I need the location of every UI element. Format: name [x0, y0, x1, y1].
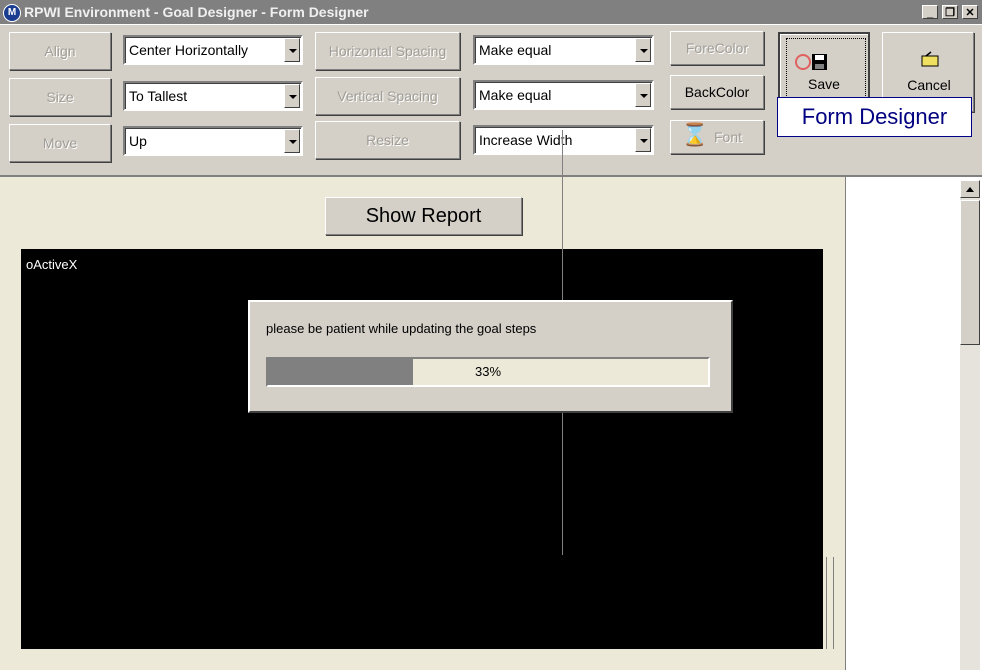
cancel-button-label: Cancel	[907, 77, 951, 93]
chevron-down-icon[interactable]	[284, 84, 300, 108]
vertical-spacing-button[interactable]: Vertical Spacing	[315, 77, 460, 115]
form-resize-edge[interactable]	[826, 557, 834, 649]
size-select-value: To Tallest	[129, 88, 188, 104]
resize-button[interactable]: Resize	[315, 121, 460, 159]
save-button-label: Save	[808, 76, 840, 92]
vertical-scrollbar[interactable]	[960, 180, 980, 670]
form-surface: Show Report oActiveX	[0, 177, 846, 670]
horizontal-spacing-button[interactable]: Horizontal Spacing	[315, 32, 460, 70]
folder-icon	[921, 51, 939, 67]
size-select[interactable]: To Tallest	[123, 81, 303, 111]
backcolor-button[interactable]: BackColor	[670, 75, 764, 109]
size-button[interactable]: Size	[9, 78, 111, 116]
font-button[interactable]: ⌛ Font	[670, 120, 764, 154]
chevron-down-icon[interactable]	[635, 38, 651, 62]
progress-dialog: please be patient while updating the goa…	[248, 300, 733, 413]
forecolor-button[interactable]: ForeColor	[670, 31, 764, 65]
move-button[interactable]: Move	[9, 124, 111, 162]
vertical-spacing-value: Make equal	[479, 87, 552, 103]
resize-select[interactable]: Increase Width	[473, 125, 654, 155]
app-icon: M	[3, 4, 21, 22]
form-designer-caption: Form Designer	[777, 97, 972, 137]
minimize-button[interactable]: _	[922, 5, 938, 19]
vertical-spacing-select[interactable]: Make equal	[473, 80, 654, 110]
scrollbar-thumb[interactable]	[960, 200, 980, 345]
scroll-up-button[interactable]	[960, 180, 980, 198]
activex-label: oActiveX	[26, 257, 78, 272]
progress-bar: 33%	[266, 357, 710, 387]
font-button-label: Font	[713, 129, 742, 145]
chevron-down-icon[interactable]	[284, 38, 300, 62]
restore-button[interactable]: ❐	[942, 5, 958, 19]
floppy-disk-icon	[795, 54, 827, 70]
align-button[interactable]: Align	[9, 32, 111, 70]
align-select[interactable]: Center Horizontally	[123, 35, 303, 65]
chevron-down-icon[interactable]	[635, 128, 651, 152]
window-title: RPWI Environment - Goal Designer - Form …	[24, 4, 369, 20]
progress-percent: 33%	[474, 364, 502, 379]
hourglass-icon: ⌛	[681, 122, 709, 147]
show-report-button[interactable]: Show Report	[325, 197, 522, 235]
horizontal-spacing-select[interactable]: Make equal	[473, 35, 654, 65]
focus-rect	[786, 38, 866, 106]
move-select-value: Up	[129, 133, 147, 149]
resize-select-value: Increase Width	[479, 132, 573, 148]
chevron-down-icon[interactable]	[284, 129, 300, 153]
design-area: Show Report oActiveX	[0, 175, 982, 670]
align-select-value: Center Horizontally	[129, 42, 249, 58]
progress-message: please be patient while updating the goa…	[266, 321, 537, 336]
title-bar: M RPWI Environment - Goal Designer - For…	[0, 0, 982, 24]
horizontal-spacing-value: Make equal	[479, 42, 552, 58]
chevron-down-icon[interactable]	[635, 83, 651, 107]
close-button[interactable]: ✕	[962, 5, 978, 19]
move-select[interactable]: Up	[123, 126, 303, 156]
